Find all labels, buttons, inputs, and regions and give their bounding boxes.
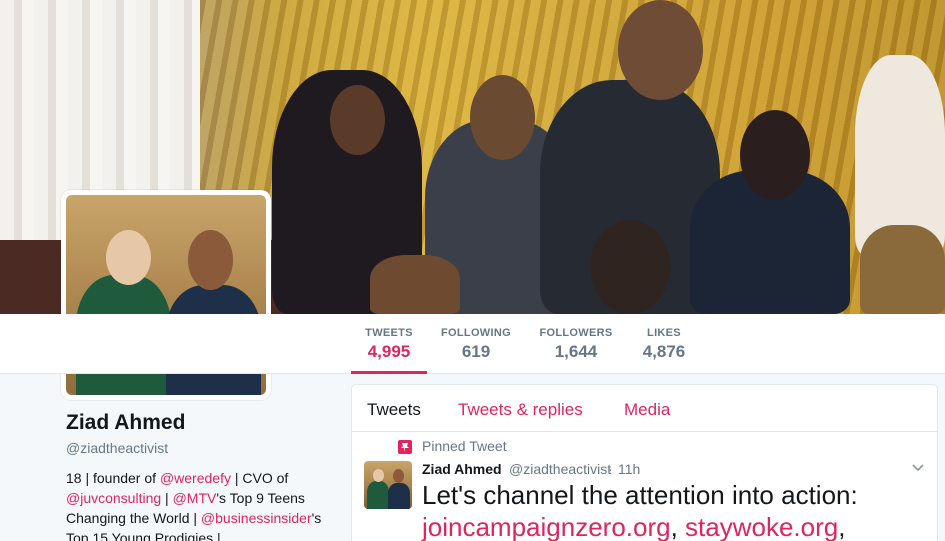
stat-value: 1,644 [554,342,598,361]
stat-likes[interactable]: LIKES 4,876 [636,314,692,374]
tweet-separator: · [608,461,613,477]
bio-link-mtv[interactable]: @MTV [173,490,217,506]
stat-following[interactable]: FOLLOWING 619 [436,314,516,374]
tweet-avatar-face-right [393,469,404,483]
tweet-avatar-face-left [373,469,384,482]
bio-link-businessinsider[interactable]: @businessinsider [201,510,312,526]
tab-media[interactable]: Media [624,400,670,420]
banner-person [860,225,945,314]
pin-icon-glyph [401,443,409,452]
tweet-text-sep: , [670,512,686,541]
chevron-down-icon[interactable] [909,459,927,477]
tweet-timestamp[interactable]: 11h [618,461,640,477]
avatar-face-left [106,230,151,285]
tweet-avatar-person-left [367,481,389,509]
stat-label: FOLLOWING [441,327,511,339]
tweet-author-handle[interactable]: @ziadtheactivist [509,461,611,477]
bio-text: | CVO of [230,470,289,486]
timeline: Tweets Tweets & replies Media Pinned Twe… [351,384,938,541]
banner-person [330,85,385,155]
stat-label: TWEETS [365,327,413,339]
tweet-avatar-person-right [388,483,410,509]
chevron-down-glyph [912,464,924,472]
banner-person [470,75,535,160]
stat-value: 4,995 [367,342,411,361]
profile-nav: TWEETS 4,995 FOLLOWING 619 FOLLOWERS 1,6… [0,314,945,374]
banner-person [370,255,460,314]
tweet-link-joincampaignzero[interactable]: joincampaignzero.org [422,512,671,541]
tweet-text: Let's channel the attention into action:… [422,479,932,541]
stat-label: FOLLOWERS [539,327,613,339]
profile-handle[interactable]: @ziadtheactivist [66,440,168,456]
banner-person [590,220,670,314]
banner-person [618,0,703,100]
tweet-text-body: Let's channel the attention into action: [422,480,858,510]
tweet-text-end: , [838,512,846,541]
avatar-face-right [188,230,233,290]
tab-tweets[interactable]: Tweets [367,400,421,420]
tab-tweets-replies[interactable]: Tweets & replies [458,400,583,420]
tweet-author-name[interactable]: Ziad Ahmed [422,461,502,477]
timeline-tabs: Tweets Tweets & replies Media [352,385,937,432]
tweet-link-staywoke[interactable]: staywoke.org [685,512,838,541]
bio-text: 18 | founder of [66,470,160,486]
profile-name[interactable]: Ziad Ahmed [66,411,185,435]
pin-icon [398,440,412,454]
pinned-label: Pinned Tweet [422,438,507,454]
banner-person [740,110,810,200]
tweet-avatar[interactable] [364,461,412,509]
bio-text: | [161,490,173,506]
stat-label: LIKES [647,327,681,339]
stat-value: 4,876 [642,342,686,361]
bio-link-juvconsulting[interactable]: @juvconsulting [66,490,161,506]
bio-link-weredefy[interactable]: @weredefy [160,470,231,486]
stat-value: 619 [461,342,491,361]
profile-bio: 18 | founder of @weredefy | CVO of @juvc… [66,468,341,541]
stat-tweets[interactable]: TWEETS 4,995 [351,314,427,374]
stat-followers[interactable]: FOLLOWERS 1,644 [536,314,616,374]
